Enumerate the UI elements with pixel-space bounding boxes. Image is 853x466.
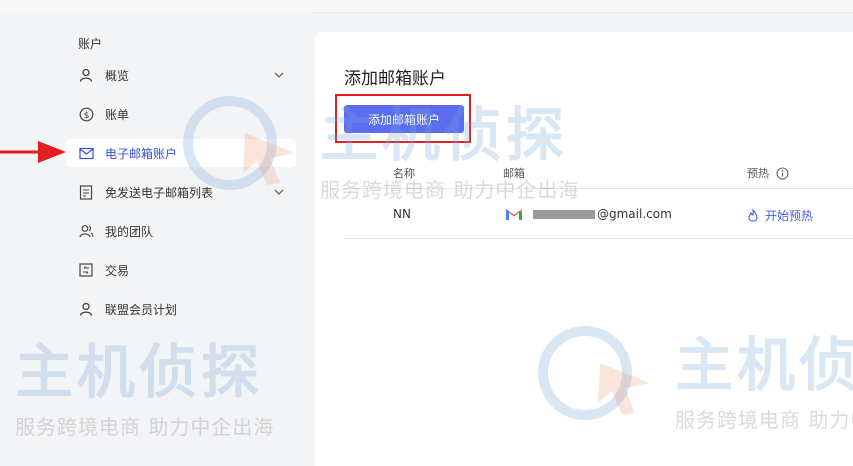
document-list-icon [78, 184, 94, 200]
email-domain-text: @gmail.com [597, 207, 672, 221]
transaction-icon [78, 262, 94, 278]
sidebar-item-transactions[interactable]: 交易 [66, 256, 296, 284]
affiliate-icon [78, 301, 94, 317]
sidebar-item-suppression-list[interactable]: 免发送电子邮箱列表 [66, 178, 296, 206]
start-warmup-link[interactable]: 开始预热 [747, 207, 813, 224]
sidebar-item-overview[interactable]: 概览 [66, 61, 296, 89]
column-header-warmup-label: 预热 [747, 167, 769, 180]
redacted-email-username [533, 209, 595, 219]
sidebar: 账户 概览 $ 账单 电子邮箱账户 免发送电子邮箱列表 我的团队 交易 联盟会员… [0, 12, 312, 466]
sidebar-item-email-accounts[interactable]: 电子邮箱账户 [66, 139, 296, 167]
chevron-down-icon[interactable] [272, 185, 286, 199]
start-warmup-label: 开始预热 [765, 209, 814, 223]
sidebar-item-label: 概览 [105, 68, 130, 83]
sidebar-item-affiliate[interactable]: 联盟会员计划 [66, 295, 296, 323]
table-row-divider [344, 238, 853, 239]
sidebar-item-billing[interactable]: $ 账单 [66, 100, 296, 128]
sidebar-item-label: 交易 [105, 263, 130, 278]
column-header-email: 邮箱 [503, 167, 525, 180]
table-header-divider [344, 188, 853, 189]
red-arrow-annotation [0, 141, 66, 163]
cell-account-name: NN [393, 207, 411, 221]
cell-account-email: @gmail.com [505, 207, 672, 221]
mail-icon [78, 145, 94, 161]
sidebar-item-label: 账单 [105, 107, 130, 122]
page-title: 添加邮箱账户 [344, 69, 446, 89]
svg-text:$: $ [83, 111, 89, 121]
flame-icon [748, 209, 758, 222]
column-header-name: 名称 [393, 167, 415, 180]
sidebar-item-label: 免发送电子邮箱列表 [105, 185, 214, 200]
gmail-icon [506, 209, 522, 220]
user-icon [78, 67, 94, 83]
info-icon[interactable] [776, 166, 789, 180]
add-email-account-button[interactable]: 添加邮箱账户 [344, 105, 464, 133]
sidebar-item-my-team[interactable]: 我的团队 [66, 217, 296, 245]
chevron-down-icon[interactable] [272, 68, 286, 82]
sidebar-section-title: 账户 [78, 37, 103, 51]
team-icon [78, 223, 94, 239]
dollar-circle-icon: $ [78, 106, 94, 122]
column-header-warmup: 预热 [747, 165, 789, 181]
sidebar-item-label: 我的团队 [105, 224, 154, 239]
main-panel: 添加邮箱账户 添加邮箱账户 名称 邮箱 预热 NN @gmail.com 开始预… [315, 32, 853, 466]
sidebar-item-label: 电子邮箱账户 [105, 146, 178, 161]
sidebar-item-label: 联盟会员计划 [105, 302, 178, 317]
